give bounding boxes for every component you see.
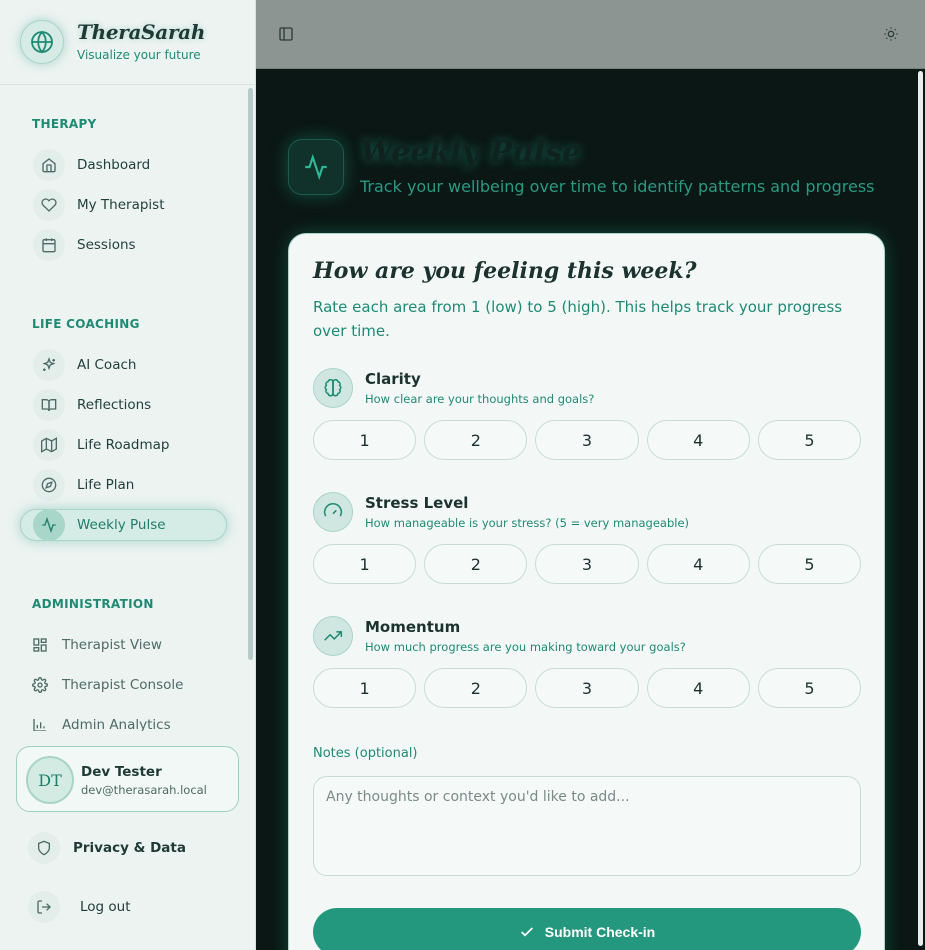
notes-textarea[interactable] [313,776,861,876]
metric-name: Clarity [365,370,421,388]
sidebar: TheraSarah Visualize your future THERAPY… [0,0,256,950]
rating-button-1[interactable]: 1 [313,668,417,708]
sparkles-icon [33,349,65,381]
activity-icon [288,139,344,195]
compass-icon [33,469,65,501]
rating-button-2[interactable]: 2 [424,668,528,708]
home-icon [33,149,65,181]
sidebar-toggle-icon[interactable] [274,22,298,46]
sidebar-item-label: Weekly Pulse [77,517,166,533]
sidebar-item-label: Dashboard [77,157,151,173]
rating-row-momentum: 1 2 3 4 5 [313,668,862,708]
sidebar-item-label: Life Roadmap [77,437,170,453]
book-icon [33,389,65,421]
gauge-icon [313,492,353,532]
layout-grid-icon [28,629,52,661]
trending-up-icon [313,616,353,656]
sidebar-item-label: Reflections [77,397,152,413]
sidebar-item-weekly-pulse[interactable]: Weekly Pulse [20,509,227,541]
sidebar-item-life-plan[interactable]: Life Plan [20,469,227,501]
heart-icon [33,189,65,221]
calendar-icon [33,229,65,261]
main-scrollbar[interactable] [918,71,923,946]
user-email: dev@therasarah.local [81,783,207,797]
rating-button-5[interactable]: 5 [757,544,862,584]
rating-button-4[interactable]: 4 [646,668,750,708]
metric-name: Stress Level [365,494,469,512]
page-subtitle: Track your wellbeing over time to identi… [360,177,875,196]
sidebar-item-reflections[interactable]: Reflections [20,389,227,421]
settings-icon [28,669,52,701]
shield-icon [28,832,60,864]
section-label-life-coaching: LIFE COACHING [32,317,140,331]
top-bar [256,0,925,69]
map-icon [33,429,65,461]
user-card[interactable]: DT Dev Tester dev@therasarah.local [16,746,239,812]
rating-button-4[interactable]: 4 [646,544,750,584]
rating-button-4[interactable]: 4 [646,420,750,460]
sidebar-item-label: Admin Analytics [62,717,171,731]
rating-button-5[interactable]: 5 [757,668,862,708]
checkin-card: How are you feeling this week? Rate each… [288,233,885,950]
globe-icon[interactable] [20,20,64,64]
brand-name: TheraSarah [77,20,206,44]
card-title: How are you feeling this week? [313,258,697,284]
sidebar-item-life-roadmap[interactable]: Life Roadmap [20,429,227,461]
rating-button-2[interactable]: 2 [424,544,528,584]
sidebar-item-label: Sessions [77,237,136,253]
metric-description: How much progress are you making toward … [365,640,686,654]
rating-button-3[interactable]: 3 [535,420,639,460]
rating-button-3[interactable]: 3 [535,668,639,708]
check-icon [519,924,535,940]
activity-icon [33,509,65,541]
section-label-administration: ADMINISTRATION [32,597,154,611]
card-description: Rate each area from 1 (low) to 5 (high).… [313,298,843,340]
logout-button[interactable]: Log out [28,891,131,923]
metric-description: How manageable is your stress? (5 = very… [365,516,690,530]
sidebar-item-sessions[interactable]: Sessions [20,229,227,261]
sidebar-item-my-therapist[interactable]: My Therapist [20,189,227,221]
sidebar-item-admin-analytics[interactable]: Admin Analytics [28,709,235,731]
metric-description: How clear are your thoughts and goals? [365,392,595,406]
brand-tagline: Visualize your future [77,48,201,62]
sidebar-item-therapist-view[interactable]: Therapist View [28,629,235,661]
sidebar-item-label: Therapist Console [62,677,184,693]
submit-label: Submit Check-in [544,924,656,940]
metric-name: Momentum [365,618,461,636]
page-title: Weekly Pulse [360,135,582,170]
submit-checkin-button[interactable]: Submit Check-in [313,908,861,950]
sidebar-item-label: Life Plan [77,477,135,493]
rating-row-stress: 1 2 3 4 5 [313,544,862,584]
sidebar-item-label: My Therapist [77,197,165,213]
bar-chart-icon [28,709,52,731]
sidebar-scrollbar[interactable] [248,88,253,660]
rating-button-3[interactable]: 3 [535,544,639,584]
user-name: Dev Tester [81,764,162,780]
privacy-data-label: Privacy & Data [73,840,186,856]
sidebar-item-dashboard[interactable]: Dashboard [20,149,227,181]
brain-icon [313,368,353,408]
sidebar-item-ai-coach[interactable]: AI Coach [20,349,227,381]
main-content: Weekly Pulse Track your wellbeing over t… [256,69,925,950]
sidebar-nav: THERAPY Dashboard My Therapist Sessions … [0,86,256,731]
sidebar-item-label: Therapist View [62,637,162,653]
sidebar-item-therapist-console[interactable]: Therapist Console [28,669,235,701]
rating-button-2[interactable]: 2 [424,420,528,460]
rating-button-1[interactable]: 1 [313,544,417,584]
logout-label: Log out [80,899,131,915]
theme-toggle-sun-icon[interactable] [879,22,903,46]
notes-label: Notes (optional) [313,746,418,761]
rating-row-clarity: 1 2 3 4 5 [313,420,862,460]
privacy-data-link[interactable]: Privacy & Data [28,832,186,864]
log-out-icon [28,891,60,923]
brand-header: TheraSarah Visualize your future [0,0,255,85]
rating-button-5[interactable]: 5 [757,420,862,460]
avatar: DT [26,756,74,804]
section-label-therapy: THERAPY [32,117,97,131]
sidebar-item-label: AI Coach [77,357,137,373]
rating-button-1[interactable]: 1 [313,420,417,460]
